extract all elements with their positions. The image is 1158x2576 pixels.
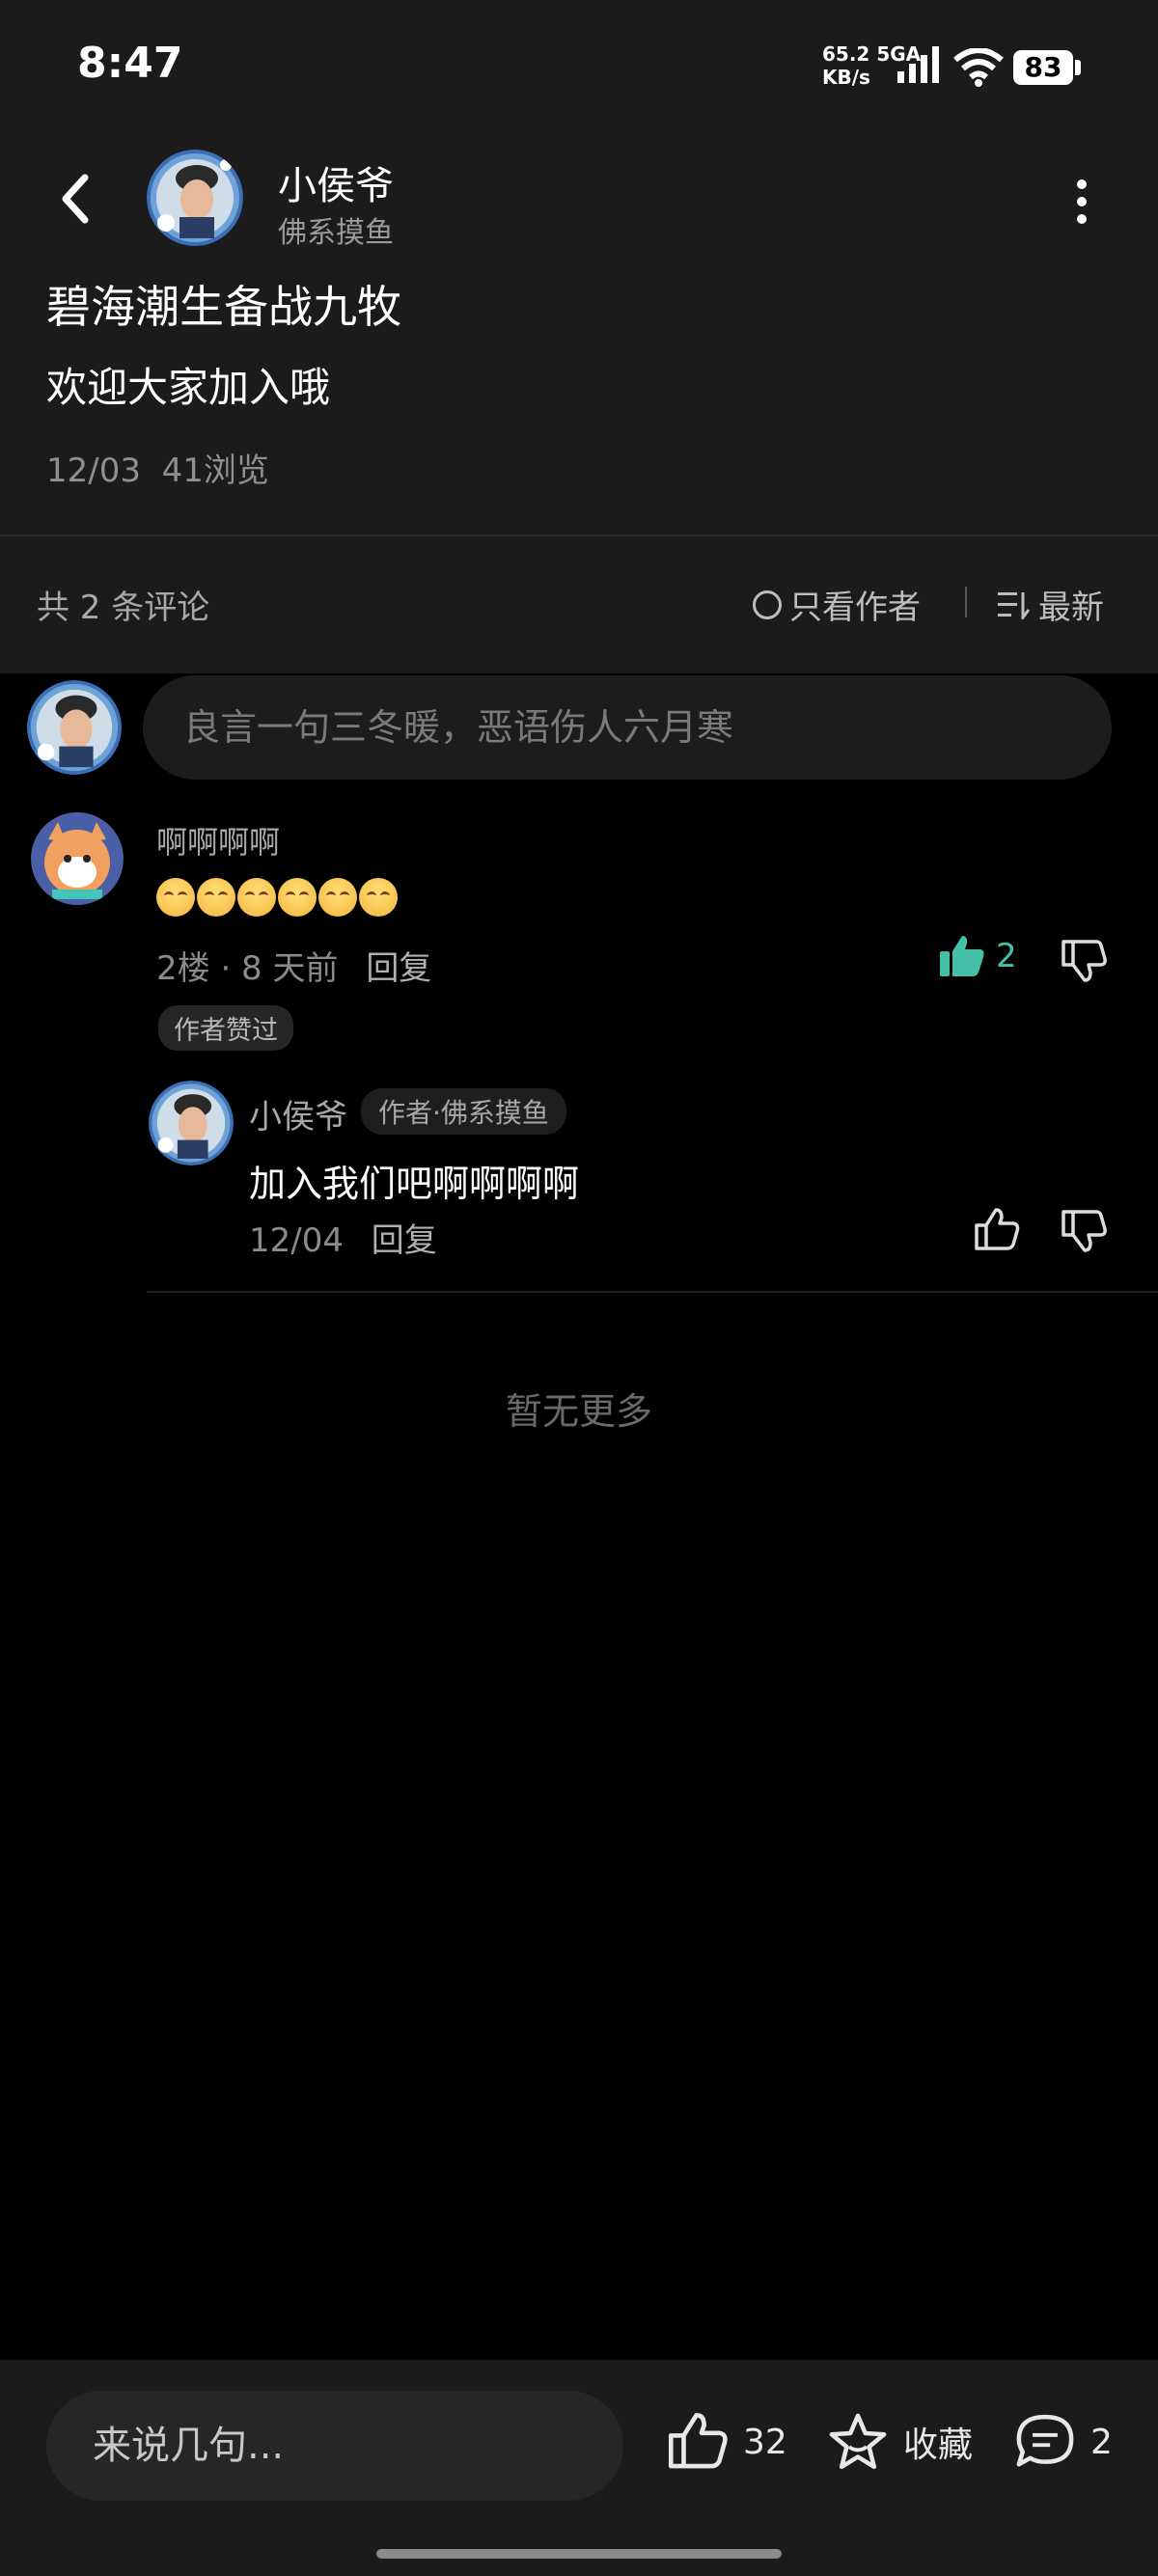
- post-header-area: 8:47 65.2 5GA KB/s 83 小侯爷 佛系摸鱼 碧海潮生备战九牧 …: [0, 0, 1158, 535]
- reply-text: 加入我们吧啊啊啊啊: [249, 1163, 580, 1205]
- reply-meta: 12/04 回复: [249, 1214, 437, 1261]
- emoji-row: [156, 878, 398, 917]
- post-like-button[interactable]: 32: [666, 2412, 787, 2472]
- commenter-name[interactable]: 啊啊啊啊: [156, 818, 280, 863]
- divider: [147, 1291, 1158, 1293]
- comment-count-bottom: 2: [1090, 2422, 1113, 2462]
- net-speed-value: 65.2: [822, 42, 870, 66]
- signal-icon: [897, 46, 939, 83]
- home-indicator[interactable]: [376, 2549, 782, 2559]
- post-like-count: 32: [743, 2422, 787, 2462]
- sort-icon: [998, 591, 1031, 619]
- reply-author-avatar[interactable]: [149, 1081, 234, 1165]
- thumbs-up-icon[interactable]: [973, 1208, 1021, 1252]
- back-arrow-icon[interactable]: [56, 172, 95, 226]
- comment-bubble-icon: [1016, 2414, 1074, 2467]
- comment-meta: 2楼 · 8 天前 回复: [156, 942, 431, 989]
- bottom-action-bar: 来说几句... 32 收藏 2: [0, 2360, 1158, 2576]
- reply-author-tag: 作者·佛系摸鱼: [361, 1088, 566, 1135]
- thumbs-up-icon: [668, 2412, 728, 2469]
- post-date: 12/03: [46, 452, 141, 490]
- smile-emoji-icon: [278, 878, 317, 917]
- battery-tip: [1075, 60, 1081, 75]
- post-meta: 12/03 41浏览: [46, 444, 269, 491]
- sort-latest-button[interactable]: 最新: [998, 581, 1104, 628]
- favorite-button[interactable]: 收藏: [826, 2412, 973, 2472]
- only-author-label: 只看作者: [789, 589, 921, 627]
- comments-button[interactable]: 2: [1013, 2412, 1113, 2472]
- bottom-comment-input[interactable]: 来说几句...: [46, 2391, 623, 2501]
- commenter-avatar[interactable]: [31, 812, 124, 905]
- comment-toolbar: 共 2 条评论 只看作者 最新: [0, 536, 1158, 673]
- smile-emoji-icon: [359, 878, 398, 917]
- author-tag: 佛系摸鱼: [278, 216, 394, 250]
- favorite-label: 收藏: [903, 2425, 974, 2465]
- post-title: 碧海潮生备战九牧: [46, 281, 401, 333]
- smile-emoji-icon: [318, 878, 357, 917]
- battery-icon: 83: [1013, 50, 1073, 85]
- more-options-icon[interactable]: [1069, 179, 1094, 228]
- author-avatar[interactable]: [147, 150, 243, 246]
- post-views: 41浏览: [161, 452, 269, 490]
- clock: 8:47: [77, 39, 183, 88]
- post-body: 欢迎大家加入哦: [46, 364, 331, 411]
- status-bar: 8:47 65.2 5GA KB/s 83: [0, 0, 1158, 135]
- comment-like-button[interactable]: 2: [938, 934, 1017, 978]
- divider: [965, 587, 967, 617]
- wifi-icon: [953, 48, 1004, 87]
- only-author-toggle[interactable]: 只看作者: [753, 581, 921, 628]
- reply-button[interactable]: 回复: [366, 949, 431, 988]
- reply-author-name[interactable]: 小侯爷: [249, 1090, 347, 1137]
- smile-emoji-icon: [197, 878, 235, 917]
- comment-like-count: 2: [996, 937, 1017, 975]
- thumbs-down-icon[interactable]: [1060, 1208, 1108, 1252]
- comment-count: 共 2 条评论: [37, 589, 210, 627]
- comment-floor: 2楼 · 8 天前: [156, 949, 339, 988]
- radio-icon: [753, 589, 782, 619]
- reply-date: 12/04: [249, 1221, 344, 1260]
- smile-emoji-icon: [156, 878, 195, 917]
- author-liked-badge: 作者赞过: [158, 1005, 293, 1051]
- no-more-text: 暂无更多: [505, 1390, 652, 1433]
- smile-emoji-icon: [237, 878, 276, 917]
- comment-input[interactable]: 良言一句三冬暖，恶语伤人六月寒: [143, 675, 1112, 780]
- author-name[interactable]: 小侯爷: [278, 154, 394, 210]
- reply-button[interactable]: 回复: [372, 1221, 437, 1260]
- thumbs-down-icon[interactable]: [1060, 938, 1108, 982]
- sort-label: 最新: [1038, 589, 1104, 627]
- my-avatar: [27, 680, 122, 775]
- star-icon: [829, 2413, 887, 2470]
- thumbs-up-filled-icon: [940, 936, 984, 976]
